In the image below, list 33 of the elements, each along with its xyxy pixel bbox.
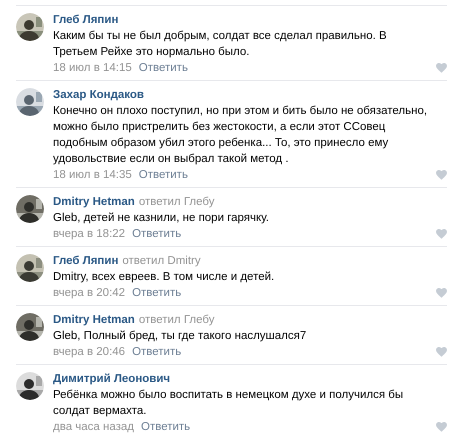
reply-link[interactable]: Ответить (141, 419, 190, 435)
reply-link[interactable]: Ответить (132, 285, 182, 301)
author-name[interactable]: Захар Кондаков (53, 87, 144, 103)
heart-icon[interactable] (436, 170, 447, 180)
comment-date[interactable]: вчера в 18:22 (53, 226, 126, 242)
reply-to-text: ответил Dmitry (122, 254, 201, 269)
heart-icon[interactable] (436, 422, 447, 432)
comment-text: Gleb, Полный бред, ты где такого наслушался7 (53, 329, 308, 344)
comment-text: Dmitry, всех евреев. В том числе и детей. (53, 270, 276, 285)
author-name[interactable]: Dmitry Hetman (53, 312, 135, 328)
heart-icon[interactable] (436, 63, 447, 73)
heart-icon[interactable] (436, 288, 447, 298)
comment-date[interactable]: вчера в 20:42 (53, 285, 126, 301)
comment-text: Каким бы ты не был добрым, солдат все сделал правильно. В Третьем Рейхе это нормально было. (53, 29, 388, 60)
reply-link[interactable]: Ответить (132, 344, 182, 360)
heart-icon[interactable] (436, 347, 447, 357)
comment-date[interactable]: вчера в 20:46 (53, 344, 126, 360)
author-name[interactable]: Dmitry Hetman (53, 194, 135, 210)
author-name[interactable]: Глеб Ляпин (53, 253, 118, 269)
author-name[interactable]: Димитрий Леонович (53, 371, 170, 387)
comment-date[interactable]: 18 июл в 14:15 (53, 60, 132, 76)
reply-link[interactable]: Ответить (132, 226, 182, 242)
reply-to-text: ответил Глебу (138, 313, 214, 328)
author-name[interactable]: Глеб Ляпин (53, 12, 118, 28)
reply-to-text: ответил Глебу (138, 195, 214, 210)
reply-link[interactable]: Ответить (138, 60, 188, 76)
comment-text: Конечно он плохо поступил, но при этом и бить было не обязательно, можно было пристрелить без жестокости, а если этот ССовец подобным образом убил этого ребенка... То, это принесло ему удовольствие если он выбрал такой метод . (53, 104, 428, 167)
comment-text: Gleb, детей не казнили, не пори гарячку. (53, 211, 270, 226)
comment-date[interactable]: 18 июл в 14:35 (53, 167, 132, 183)
heart-icon[interactable] (436, 229, 447, 239)
comment-date[interactable]: два часа назад (53, 419, 134, 435)
comment-text: Ребёнка можно было воспитать в немецком духе и получился бы солдат вермахта. (53, 388, 404, 419)
reply-link[interactable]: Ответить (138, 167, 188, 183)
